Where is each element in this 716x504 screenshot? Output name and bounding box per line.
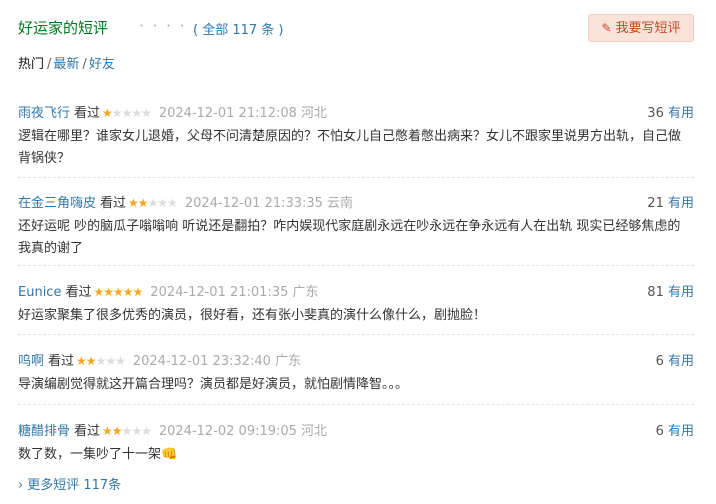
star-filled-icon: ★ — [132, 285, 144, 299]
star-filled-icon: ★ — [103, 285, 114, 299]
useful-vote[interactable]: 21 有用 — [647, 192, 694, 211]
comment-item: 在金三角嗨皮 看过 ★★★★★ 2024-12-01 21:33:35 云南 21 有用… — [18, 192, 694, 260]
divider — [18, 265, 694, 266]
star-filled-icon: ★ — [137, 196, 149, 210]
star-empty-icon: ★ — [121, 106, 133, 120]
comment-text: 数了数，一集吵了十一架👊 — [18, 447, 178, 462]
star-empty-icon: ★ — [111, 106, 123, 120]
tab-latest[interactable]: 最新 — [53, 57, 79, 72]
star-empty-icon: ★ — [147, 196, 159, 210]
comment-text: 好运家聚集了很多优秀的演员，很好看，还有张小斐真的演什么像什么，剧抛脸！ — [18, 308, 487, 323]
pencil-icon: ✎ — [601, 21, 612, 35]
comment-user[interactable]: 雨夜飞行 — [18, 106, 70, 121]
comment-item: 雨夜飞行 看过 ★★★★★ 2024-12-01 21:12:08 河北 36 有用 逻… — [18, 102, 694, 170]
useful-label[interactable]: 有用 — [668, 424, 694, 439]
comment-location: 云南 — [326, 196, 353, 211]
tab-separator: / — [47, 57, 52, 72]
rating-stars: ★★★★★ — [102, 106, 152, 120]
rating-stars: ★★★★★ — [76, 354, 126, 368]
star-empty-icon: ★ — [121, 424, 133, 438]
comment-time: 2024-12-01 21:33:35 — [184, 196, 323, 211]
watch-status: 看过 — [100, 196, 127, 211]
comments-header: 好运家的短评 · · · · · · ( 全部 117 条 ) ✎ 我要写短评 — [18, 14, 694, 42]
comment-location: 河北 — [300, 106, 327, 121]
rating-stars: ★★★★★ — [102, 424, 152, 438]
comment-user[interactable]: Eunice — [18, 285, 61, 300]
useful-label[interactable]: 有用 — [668, 196, 694, 211]
useful-count: 6 — [655, 424, 664, 439]
star-filled-icon: ★ — [102, 424, 113, 438]
tab-separator: / — [82, 57, 87, 72]
star-filled-icon: ★ — [128, 196, 139, 210]
useful-count: 6 — [655, 354, 664, 369]
star-empty-icon: ★ — [115, 354, 126, 368]
star-filled-icon: ★ — [76, 354, 87, 368]
watch-status: 看过 — [74, 106, 101, 121]
star-empty-icon: ★ — [95, 354, 107, 368]
comment-location: 广东 — [292, 285, 319, 300]
rating-stars: ★★★★★ — [128, 196, 178, 210]
divider — [18, 334, 694, 335]
arrow-right-icon: › — [18, 478, 24, 493]
watch-status: 看过 — [65, 285, 92, 300]
write-comment-button[interactable]: ✎ 我要写短评 — [588, 14, 694, 42]
watch-status: 看过 — [48, 354, 75, 369]
divider — [18, 177, 694, 178]
star-empty-icon: ★ — [167, 196, 178, 210]
useful-vote[interactable]: 36 有用 — [647, 102, 694, 121]
useful-vote[interactable]: 81 有用 — [647, 281, 694, 300]
star-empty-icon: ★ — [131, 424, 142, 438]
comment-time: 2024-12-01 23:32:40 — [132, 354, 271, 369]
watch-status: 看过 — [74, 424, 101, 439]
comment-time: 2024-12-02 09:19:05 — [158, 424, 297, 439]
useful-count: 36 — [647, 106, 664, 121]
star-filled-icon: ★ — [113, 285, 124, 299]
write-comment-label: 我要写短评 — [615, 21, 681, 36]
rating-stars: ★★★★★ — [93, 285, 144, 299]
tab-friends[interactable]: 好友 — [89, 57, 115, 72]
comment-user[interactable]: 在金三角嗨皮 — [18, 196, 96, 211]
useful-count: 81 — [647, 285, 664, 300]
star-filled-icon: ★ — [102, 106, 113, 120]
divider — [18, 404, 694, 405]
useful-label[interactable]: 有用 — [668, 354, 694, 369]
comment-item: Eunice 看过 ★★★★★ 2024-12-01 21:01:35 广东 81 有用… — [18, 281, 694, 327]
comment-text: 还好运呢 吵的脑瓜子嗡嗡响 听说还是翻拍？咋内娱现代家庭剧永远在吵永远在争永远有… — [18, 219, 681, 256]
useful-vote[interactable]: 6 有用 — [656, 350, 694, 369]
section-title: 好运家的短评 — [18, 19, 109, 37]
comment-location: 河北 — [300, 424, 327, 439]
star-empty-icon: ★ — [105, 354, 116, 368]
more-comments-label: 更多短评 117条 — [27, 478, 122, 493]
comment-item: 糖醋排骨 看过 ★★★★★ 2024-12-02 09:19:05 河北 6 有用 数了… — [18, 420, 694, 466]
star-filled-icon: ★ — [122, 285, 134, 299]
comment-location: 广东 — [274, 354, 301, 369]
star-empty-icon: ★ — [141, 106, 152, 120]
useful-vote[interactable]: 6 有用 — [656, 420, 694, 439]
useful-count: 21 — [647, 196, 664, 211]
comment-text: 导演编剧觉得就这开篇合理吗？演员都是好演员，就怕剧情降智。。。 — [18, 377, 409, 392]
comment-text: 逻辑在哪里？谁家女儿退婚，父母不问清楚原因的？不怕女儿自己憋着憋出病来？女儿不跟… — [18, 129, 682, 166]
star-empty-icon: ★ — [131, 106, 142, 120]
more-comments-link[interactable]: › 更多短评 117条 — [18, 474, 121, 493]
star-empty-icon: ★ — [157, 196, 168, 210]
star-empty-icon: ★ — [141, 424, 152, 438]
star-filled-icon: ★ — [111, 424, 123, 438]
star-filled-icon: ★ — [85, 354, 97, 368]
comment-user[interactable]: 呜啊 — [18, 354, 44, 369]
useful-label[interactable]: 有用 — [668, 285, 694, 300]
comment-time: 2024-12-01 21:01:35 — [150, 285, 289, 300]
tab-hot[interactable]: 热门 — [18, 57, 44, 72]
comment-time: 2024-12-01 21:12:08 — [158, 106, 297, 121]
star-filled-icon: ★ — [93, 285, 104, 299]
sort-tabs: 热门 / 最新 / 好友 — [18, 53, 117, 72]
all-comments-link[interactable]: ( 全部 117 条 ) — [193, 19, 284, 38]
comment-user[interactable]: 糖醋排骨 — [18, 424, 70, 439]
comment-item: 呜啊 看过 ★★★★★ 2024-12-01 23:32:40 广东 6 有用 导演编剧… — [18, 350, 694, 396]
useful-label[interactable]: 有用 — [668, 106, 694, 121]
